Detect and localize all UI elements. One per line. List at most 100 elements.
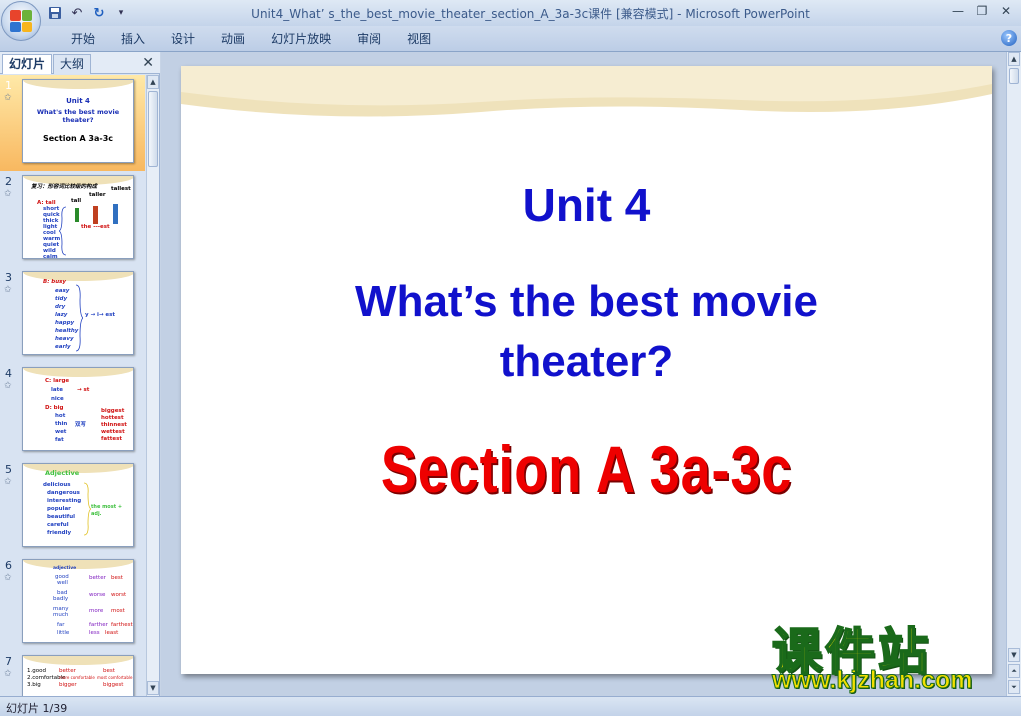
watermark-logo: 课件站 www.kjzhan.com	[766, 610, 1006, 695]
slide-title-unit[interactable]: Unit 4	[181, 178, 992, 232]
thumbnail-text: farther	[89, 622, 108, 628]
thumbnail-text: most comfortable	[97, 675, 133, 680]
office-button[interactable]	[1, 1, 41, 41]
thumbnail-text: hottest	[101, 415, 124, 421]
ribbon: 开始 插入 设计 动画 幻灯片放映 审阅 视图 ?	[0, 26, 1021, 52]
tab-view[interactable]: 视图	[394, 31, 444, 47]
tab-design[interactable]: 设计	[158, 31, 208, 47]
thumbnail-text: thin	[55, 421, 68, 427]
thumbnail-text: well	[57, 580, 68, 586]
main-scroll-thumb[interactable]	[1009, 68, 1019, 84]
slide-thumbnail-5[interactable]: 5 ✩ Adjective delicious dangerous intere…	[0, 459, 145, 555]
tab-home[interactable]: 开始	[58, 31, 108, 47]
scroll-up-icon[interactable]: ▲	[147, 75, 159, 89]
thumbnail-preview: Unit 4 What's the best movie theater? Se…	[22, 79, 134, 163]
thumbnail-text: badly	[53, 596, 69, 602]
thumbnail-text: heavy	[55, 336, 74, 342]
tab-animations[interactable]: 动画	[208, 31, 258, 47]
scroll-down-icon[interactable]: ▼	[147, 681, 159, 695]
close-icon[interactable]: ✕	[995, 2, 1017, 20]
thumbnail-preview: adjective good well better best bad badl…	[22, 559, 134, 643]
brace-icon	[59, 206, 67, 256]
scroll-down-icon[interactable]: ▼	[1008, 648, 1020, 662]
thumbnail-text: adjective	[53, 566, 77, 571]
thumbnail-text: 3.big	[27, 682, 41, 688]
tab-insert[interactable]: 插入	[108, 31, 158, 47]
thumbnail-text: far	[57, 622, 65, 628]
thumbnail-preview: 复习：形容词比较级的构成 A: tall short quick thick l…	[22, 175, 134, 259]
brace-icon	[75, 284, 83, 352]
thumbnail-text: little	[57, 630, 70, 636]
slide-thumbnail-7[interactable]: 7 ✩ 1.good 2.comfortable 3.big better mo…	[0, 651, 145, 696]
thumbnail-text: fattest	[101, 436, 122, 442]
slide-thumbnails: 1 ✩ Unit 4 What's the best movie theater…	[0, 75, 145, 696]
thumbnail-text: Unit 4	[66, 97, 90, 105]
thumbnail-number: 6	[5, 559, 12, 572]
thumbnail-text: better	[89, 575, 106, 581]
watermark-url: www.kjzhan.com	[772, 666, 974, 695]
slide-thumbnail-6[interactable]: 6 ✩ adjective good well better best bad …	[0, 555, 145, 651]
thumbnail-text: lazy	[55, 312, 68, 318]
animation-star-icon: ✩	[4, 93, 12, 103]
thumbnail-number: 7	[5, 655, 12, 668]
thumbnail-text: beautiful	[47, 514, 76, 520]
restore-icon[interactable]: ❐	[971, 2, 993, 20]
next-slide-icon[interactable]: ⏷	[1008, 680, 1020, 694]
thumbnail-text: best	[103, 668, 115, 674]
animation-star-icon: ✩	[4, 573, 12, 583]
panel-tabs: 幻灯片 大纲 ✕	[0, 52, 160, 74]
slide-section-label[interactable]: Section A 3a-3c	[254, 431, 919, 507]
thumbnail-text: tidy	[55, 296, 68, 302]
tab-outline[interactable]: 大纲	[53, 54, 92, 74]
help-icon[interactable]: ?	[1001, 30, 1017, 46]
thumbnail-text: the most + adj.	[91, 504, 123, 517]
panel-scrollbar[interactable]: ▲ ▼	[146, 75, 159, 696]
thumbnail-text: tallest	[111, 186, 131, 192]
thumbnail-text: 1.good	[27, 668, 46, 674]
title-bar: ↶ ↻ ▾ Unit4_What’ s_the_best_movie_theat…	[0, 0, 1021, 26]
thumbnail-text: farthest	[111, 622, 133, 628]
thumbnail-text: bigger	[59, 682, 77, 688]
thumbnail-text: best	[111, 575, 123, 581]
window-title: Unit4_What’ s_the_best_movie_theater_sec…	[251, 7, 810, 21]
slide-title-question[interactable]: What’s the best movie theater?	[181, 272, 992, 392]
thumbnail-text: early	[55, 344, 71, 350]
thumbnail-text: more comfortable	[59, 675, 95, 680]
thumbnail-number: 3	[5, 271, 12, 284]
thumbnail-text: worse	[89, 592, 106, 598]
thumbnail-text: nice	[51, 396, 64, 402]
scroll-up-icon[interactable]: ▲	[1008, 52, 1020, 66]
thumbnail-number: 5	[5, 463, 12, 476]
thumbnail-text: less	[89, 630, 100, 636]
close-panel-icon[interactable]: ✕	[142, 55, 154, 71]
tab-slides[interactable]: 幻灯片	[2, 54, 53, 74]
thumbnail-text: taller	[89, 192, 106, 198]
thumbnail-text: dangerous	[47, 490, 80, 496]
panel-scroll-thumb[interactable]	[148, 91, 158, 167]
slide-thumbnail-4[interactable]: 4 ✩ C: large late nice → st D: big hot t…	[0, 363, 145, 459]
thumbnail-wave	[23, 560, 133, 569]
thumbnail-text: most	[111, 608, 125, 614]
animation-star-icon: ✩	[4, 669, 12, 679]
main-scrollbar[interactable]: ▲ ▼ ⏶ ⏷	[1006, 52, 1021, 696]
slide-thumbnail-2[interactable]: 2 ✩ 复习：形容词比较级的构成 A: tall short quick thi…	[0, 171, 145, 267]
thumbnail-text: easy	[55, 288, 70, 294]
thumbnail-text: more	[89, 608, 104, 614]
thumbnail-preview: 1.good 2.comfortable 3.big better more c…	[22, 655, 134, 696]
thumbnail-text: 复习：形容词比较级的构成	[31, 184, 98, 190]
slide-thumbnail-1[interactable]: 1 ✩ Unit 4 What's the best movie theater…	[0, 75, 145, 171]
thumbnail-text: 双写	[75, 422, 87, 428]
thumbnail-preview: C: large late nice → st D: big hot thin …	[22, 367, 134, 451]
thumbnail-text: fat	[55, 437, 64, 443]
minimize-icon[interactable]: —	[947, 2, 969, 20]
tab-review[interactable]: 审阅	[344, 31, 394, 47]
slide-thumbnail-3[interactable]: 3 ✩ B: busy easy tidy dry lazy happy hea…	[0, 267, 145, 363]
slide-editor: Unit 4 What’s the best movie theater? Se…	[161, 52, 1006, 696]
slide-canvas[interactable]: Unit 4 What’s the best movie theater? Se…	[181, 66, 992, 674]
thumbnail-text: Adjective	[45, 469, 80, 477]
thumbnail-text: → st	[77, 387, 90, 393]
previous-slide-icon[interactable]: ⏶	[1008, 664, 1020, 678]
thumbnail-text: theater?	[62, 116, 94, 124]
thumbnail-text: calm	[43, 254, 58, 259]
tab-slideshow[interactable]: 幻灯片放映	[258, 31, 344, 47]
